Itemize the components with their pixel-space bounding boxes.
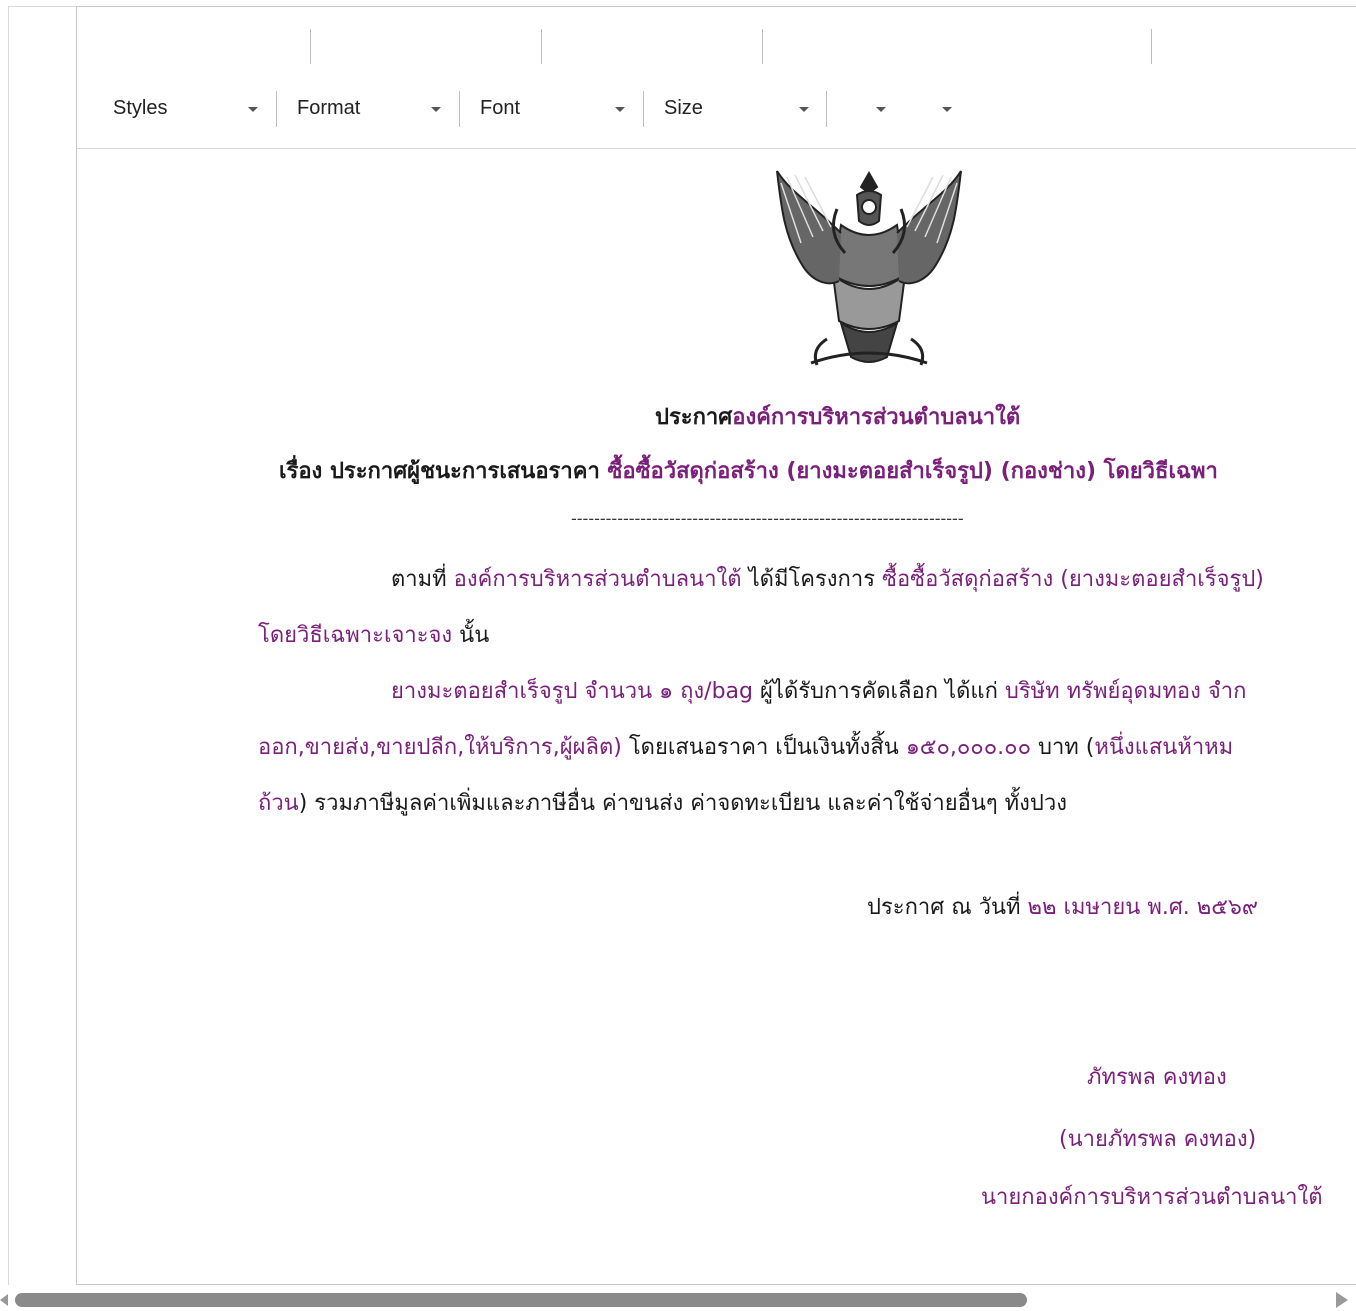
text-color-dropdown[interactable]: [867, 91, 897, 127]
toolbar-separator: [276, 91, 277, 127]
para2-text: โดยเสนอราคา เป็นเงินทั้งสิ้น: [621, 735, 906, 760]
styles-dropdown[interactable]: Styles: [113, 91, 263, 127]
signer-position[interactable]: นายกองค์การบริหารส่วนตำบลนาใต้: [981, 1179, 1323, 1214]
para2-company-cont[interactable]: ออก,ขายส่ง,ขายปลีก,ให้บริการ,ผู้ผลิต): [258, 735, 622, 760]
size-dropdown[interactable]: Size: [664, 91, 814, 127]
para2-amount-text-cont[interactable]: ถ้วน: [258, 791, 299, 816]
toolbar-separator: [541, 29, 542, 64]
announcement-title: ประกาศองค์การบริหารส่วนตำบลนาใต้: [655, 399, 1020, 434]
paragraph-2-line-1: ยางมะตอยสำเร็จรูป จำนวน ๑ ถุง/bag ผู้ได้…: [391, 673, 1246, 708]
rich-text-editor[interactable]: Styles Format Font Size ประกาศองค์การบริ…: [76, 6, 1356, 1285]
date-prefix: ประกาศ ณ วันที่: [867, 895, 1028, 920]
paragraph-2-line-2: ออก,ขายส่ง,ขายปลีก,ให้บริการ,ผู้ผลิต) โด…: [258, 729, 1233, 764]
scrollbar-thumb[interactable]: [15, 1293, 1027, 1307]
toolbar-separator: [826, 91, 827, 127]
styles-dropdown-label: Styles: [113, 97, 168, 119]
toolbar-separator: [1151, 29, 1152, 64]
announcement-subject: เรื่อง ประกาศผู้ชนะการเสนอราคา ซื้อซื้อว…: [279, 453, 1218, 488]
chevron-down-icon: [248, 107, 258, 112]
announcement-date: ประกาศ ณ วันที่ ๒๒ เมษายน พ.ศ. ๒๕๖๙: [867, 889, 1258, 924]
title-prefix: ประกาศ: [655, 405, 733, 430]
font-dropdown[interactable]: Font: [480, 91, 630, 127]
para2-amount[interactable]: ๑๕๐,๐๐๐.๐๐: [906, 735, 1031, 760]
para1-text: ตามที่: [391, 567, 454, 592]
divider-line: ----------------------------------------…: [571, 509, 964, 528]
para1-end: นั้น: [452, 623, 490, 648]
scroll-left-icon[interactable]: [0, 1294, 8, 1306]
para2-item[interactable]: ยางมะตอยสำเร็จรูป จำนวน ๑ ถุง/bag: [391, 679, 753, 704]
horizontal-scrollbar[interactable]: [0, 1289, 1356, 1311]
para2-text: ) รวมภาษีมูลค่าเพิ่มและภาษีอื่น ค่าขนส่ง…: [298, 791, 1067, 816]
para2-text: ผู้ได้รับการคัดเลือก ได้แก่: [753, 679, 1005, 704]
chevron-down-icon: [615, 107, 625, 112]
chevron-down-icon: [431, 107, 441, 112]
para1-project[interactable]: ซื้อซื้อวัสดุก่อสร้าง (ยางมะตอยสำเร็จรูป…: [882, 567, 1264, 592]
paragraph-1-line-2: โดยวิธีเฉพาะเจาะจง นั้น: [258, 617, 489, 652]
chevron-down-icon: [876, 107, 886, 112]
toolbar-separator: [762, 29, 763, 64]
font-dropdown-label: Font: [480, 97, 521, 119]
toolbar-separator: [643, 91, 644, 127]
format-dropdown[interactable]: Format: [297, 91, 447, 127]
para2-company[interactable]: บริษัท ทรัพย์อุดมทอง จำก: [1005, 679, 1247, 704]
subject-prefix: เรื่อง ประกาศผู้ชนะการเสนอราคา: [279, 459, 608, 484]
para2-amount-text[interactable]: หนึ่งแสนห้าหม: [1094, 735, 1233, 760]
title-organization[interactable]: องค์การบริหารส่วนตำบลนาใต้: [732, 405, 1020, 430]
chevron-down-icon: [942, 107, 952, 112]
subject-project[interactable]: ซื้อซื้อวัสดุก่อสร้าง (ยางมะตอยสำเร็จรูป…: [607, 459, 1217, 484]
para1-method[interactable]: โดยวิธีเฉพาะเจาะจง: [258, 623, 452, 648]
size-dropdown-label: Size: [664, 97, 703, 119]
toolbar-separator: [310, 29, 311, 64]
para1-organization[interactable]: องค์การบริหารส่วนตำบลนาใต้: [454, 567, 742, 592]
scroll-right-icon[interactable]: [1336, 1292, 1348, 1308]
document-content[interactable]: ประกาศองค์การบริหารส่วนตำบลนาใต้ เรื่อง …: [77, 149, 1356, 1284]
background-color-dropdown[interactable]: [933, 91, 963, 127]
signer-name[interactable]: ภัทรพล คงทอง: [1087, 1059, 1227, 1094]
signer-full-name[interactable]: (นายภัทรพล คงทอง): [1059, 1121, 1256, 1156]
chevron-down-icon: [799, 107, 809, 112]
editor-toolbar: Styles Format Font Size: [77, 7, 1356, 149]
paragraph-2-line-3: ถ้วน) รวมภาษีมูลค่าเพิ่มและภาษีอื่น ค่าข…: [258, 785, 1067, 820]
toolbar-separator: [459, 91, 460, 127]
garuda-emblem-icon: [776, 170, 962, 366]
format-dropdown-label: Format: [297, 97, 361, 119]
date-value[interactable]: ๒๒ เมษายน พ.ศ. ๒๕๖๙: [1028, 895, 1258, 920]
para1-text: ได้มีโครงการ: [741, 567, 883, 592]
para2-text: บาท (: [1031, 735, 1095, 760]
paragraph-1-line-1: ตามที่ องค์การบริหารส่วนตำบลนาใต้ ได้มีโ…: [391, 561, 1264, 596]
